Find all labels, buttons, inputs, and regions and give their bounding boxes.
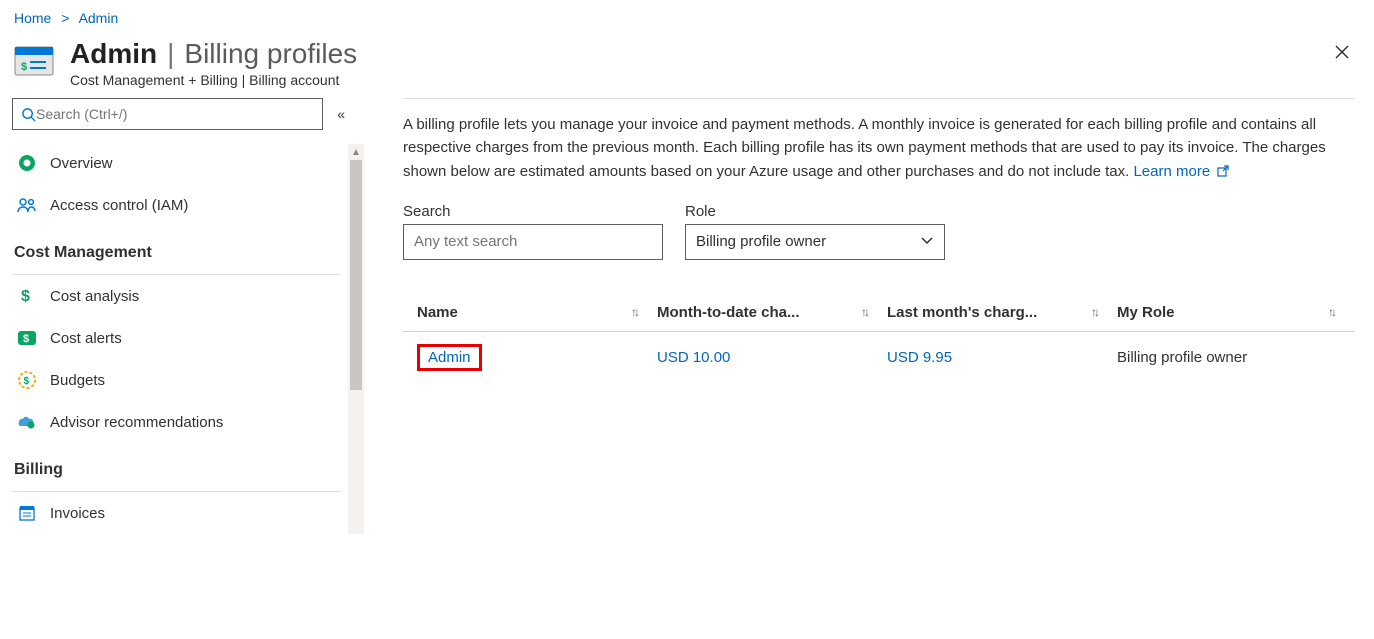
chevron-double-left-icon: « xyxy=(337,106,345,122)
role-select-value: Billing profile owner xyxy=(696,233,826,250)
page-title-separator: | xyxy=(167,38,174,70)
intro-text: A billing profile lets you manage your i… xyxy=(403,113,1343,185)
chevron-down-icon xyxy=(920,233,934,250)
sort-icon: ↑↓ xyxy=(861,305,867,319)
nav-invoices[interactable]: Invoices xyxy=(12,492,355,534)
sidebar-collapse-button[interactable]: « xyxy=(333,102,349,126)
page-title-main: Admin xyxy=(70,38,157,70)
nav-overview[interactable]: Overview xyxy=(12,142,355,184)
people-icon xyxy=(16,197,38,213)
nav-access-control-label: Access control (IAM) xyxy=(50,197,188,214)
sidebar: « Overview Access control (IAM) Cost Man… xyxy=(0,98,355,534)
role-label: Role xyxy=(685,203,945,220)
sidebar-search-box[interactable] xyxy=(12,98,323,130)
svg-text:$: $ xyxy=(21,61,27,73)
main-content: A billing profile lets you manage your i… xyxy=(355,98,1374,534)
nav-invoices-label: Invoices xyxy=(50,505,105,522)
breadcrumb-separator: > xyxy=(61,10,69,26)
nav-budgets[interactable]: $ Budgets xyxy=(12,359,355,401)
column-name[interactable]: Name ↑↓ xyxy=(417,304,657,321)
sidebar-search-input[interactable] xyxy=(36,106,314,122)
nav-cost-alerts[interactable]: $ Cost alerts xyxy=(12,317,355,359)
table-header: Name ↑↓ Month-to-date cha... ↑↓ Last mon… xyxy=(403,304,1354,332)
nav-section-billing: Billing xyxy=(12,443,355,485)
sort-icon: ↑↓ xyxy=(1328,305,1334,319)
dollar-badge-icon: $ xyxy=(16,330,38,346)
nav-cost-analysis[interactable]: $ Cost analysis xyxy=(12,275,355,317)
scrollbar-thumb[interactable] xyxy=(350,160,362,390)
dollar-icon: $ xyxy=(16,287,38,305)
nav-advisor[interactable]: Advisor recommendations xyxy=(12,401,355,443)
nav-access-control[interactable]: Access control (IAM) xyxy=(12,184,355,226)
breadcrumb: Home > Admin xyxy=(0,0,1374,34)
budgets-icon: $ xyxy=(16,371,38,389)
column-mtd-label: Month-to-date cha... xyxy=(657,304,800,321)
nav-budgets-label: Budgets xyxy=(50,372,105,389)
billing-account-icon: $ xyxy=(12,42,56,80)
main-divider xyxy=(403,98,1354,99)
advisor-icon xyxy=(16,414,38,430)
nav-cost-analysis-label: Cost analysis xyxy=(50,288,139,305)
breadcrumb-home[interactable]: Home xyxy=(14,10,51,26)
nav-overview-label: Overview xyxy=(50,155,113,172)
svg-text:$: $ xyxy=(24,376,30,387)
column-name-label: Name xyxy=(417,304,458,321)
last-month-value[interactable]: USD 9.95 xyxy=(887,349,972,366)
table-row: Admin USD 10.00 USD 9.95 Billing profile… xyxy=(403,332,1354,383)
external-link-icon xyxy=(1216,162,1230,185)
learn-more-link[interactable]: Learn more xyxy=(1133,163,1230,180)
page-subtitle: Cost Management + Billing | Billing acco… xyxy=(70,72,357,88)
sort-icon: ↑↓ xyxy=(631,305,637,319)
search-icon xyxy=(21,107,36,122)
column-last-month[interactable]: Last month's charg... ↑↓ xyxy=(887,304,1117,321)
column-last-label: Last month's charg... xyxy=(887,304,1037,321)
svg-text:$: $ xyxy=(23,333,29,345)
search-label: Search xyxy=(403,203,663,220)
overview-icon xyxy=(16,154,38,172)
sidebar-scrollbar[interactable]: ▲ xyxy=(348,144,364,534)
close-icon xyxy=(1334,44,1350,60)
role-value: Billing profile owner xyxy=(1117,349,1247,366)
breadcrumb-admin[interactable]: Admin xyxy=(79,10,119,26)
search-input[interactable] xyxy=(403,224,663,260)
page-header: $ Admin | Billing profiles Cost Manageme… xyxy=(0,34,1374,98)
nav-cost-alerts-label: Cost alerts xyxy=(50,330,122,347)
profile-name-link[interactable]: Admin xyxy=(417,344,482,371)
invoices-icon xyxy=(16,505,38,521)
column-role-label: My Role xyxy=(1117,304,1175,321)
sort-icon: ↑↓ xyxy=(1091,305,1097,319)
role-select[interactable]: Billing profile owner xyxy=(685,224,945,260)
column-month-to-date[interactable]: Month-to-date cha... ↑↓ xyxy=(657,304,887,321)
close-button[interactable] xyxy=(1328,38,1356,71)
month-to-date-value[interactable]: USD 10.00 xyxy=(657,349,750,366)
svg-text:$: $ xyxy=(21,288,30,305)
scroll-up-icon: ▲ xyxy=(348,144,364,160)
nav-advisor-label: Advisor recommendations xyxy=(50,414,223,431)
profiles-table: Name ↑↓ Month-to-date cha... ↑↓ Last mon… xyxy=(403,304,1354,383)
nav-section-cost-management: Cost Management xyxy=(12,226,355,268)
page-title-sub: Billing profiles xyxy=(184,38,357,70)
column-role[interactable]: My Role ↑↓ xyxy=(1117,304,1354,321)
